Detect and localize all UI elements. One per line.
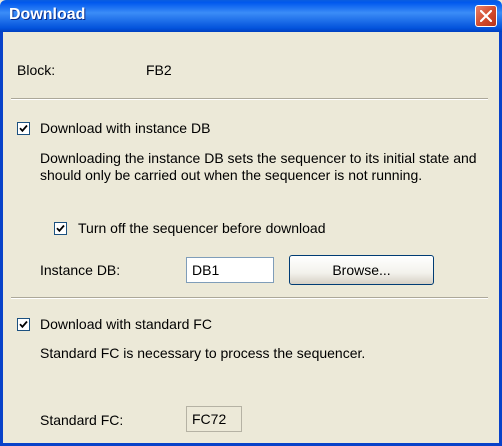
turn-off-sequencer-checkbox[interactable]	[54, 222, 67, 235]
browse-button[interactable]: Browse...	[289, 255, 434, 285]
instance-db-input[interactable]: DB1	[186, 257, 274, 283]
instance-db-checkbox[interactable]	[17, 122, 30, 135]
separator-middle	[11, 297, 488, 299]
standard-fc-description: Standard FC is necessary to process the …	[40, 345, 366, 361]
block-value: FB2	[146, 62, 172, 78]
instance-db-field-label: Instance DB:	[40, 262, 121, 278]
standard-fc-field-label: Standard FC:	[40, 412, 124, 428]
standard-fc-checkbox[interactable]	[17, 318, 30, 331]
standard-fc-checkbox-label[interactable]: Download with standard FC	[40, 316, 212, 332]
close-button[interactable]	[475, 5, 497, 27]
instance-db-checkbox-label[interactable]: Download with instance DB	[40, 120, 210, 136]
checkmark-icon	[56, 224, 65, 233]
checkmark-icon	[19, 320, 28, 329]
close-icon	[480, 10, 492, 22]
window-title: Download	[9, 6, 86, 23]
block-label: Block:	[17, 62, 56, 78]
separator-top	[11, 98, 488, 100]
title-bar[interactable]: Download	[0, 0, 502, 32]
window-frame-left	[0, 32, 3, 446]
instance-db-description: Downloading the instance DB sets the seq…	[40, 150, 477, 183]
checkmark-icon	[19, 124, 28, 133]
turn-off-sequencer-label[interactable]: Turn off the sequencer before download	[78, 220, 326, 236]
standard-fc-input: FC72	[186, 406, 242, 432]
